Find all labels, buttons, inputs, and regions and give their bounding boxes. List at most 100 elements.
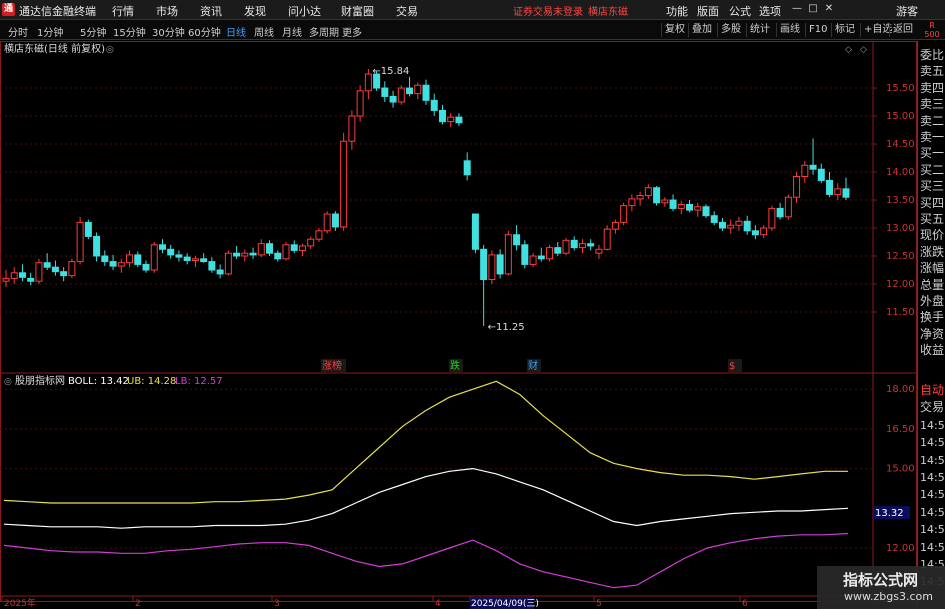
trade-panel-label[interactable]: 交易 [920,399,944,416]
period-15min[interactable]: 15分钟 [113,24,146,39]
candle-body [68,261,76,277]
multi-stock-button[interactable]: 多股 [717,23,744,37]
menu-faxian[interactable]: 发现 [244,3,266,19]
kline-chart[interactable]: 横店东磁(日线 前复权) ◎ ◇ ◇15.5015.0014.5014.0013.50… [0,41,917,609]
maximize-icon[interactable]: □ [806,2,820,16]
current-stock-name: 横店东磁 [588,7,628,18]
event-marker-label: 涨榜 [322,359,342,372]
menu-hangqing[interactable]: 行情 [112,3,134,19]
period-monthly[interactable]: 月线 [282,24,302,39]
candle-body [653,187,661,204]
candle-body [51,266,59,273]
indicator-tick-label: 15.00 [886,464,915,475]
candle-body [356,90,364,117]
menu-shichang[interactable]: 市场 [156,3,178,19]
fuquan-button[interactable]: 复权 [661,23,688,37]
candle-body [191,258,199,261]
r-badge-line1: R [929,21,935,30]
event-marker: 跌 [449,359,463,372]
low-price-label: ←11.25 [488,322,525,333]
period-5min[interactable]: 5分钟 [80,24,106,39]
draw-line-button[interactable]: 画线 [776,23,803,37]
candle-body [233,252,241,257]
period-60min[interactable]: 60分钟 [188,24,221,39]
price-tick-label: 11.50 [886,307,915,318]
tick-time-label: 14:56 [920,453,945,467]
chart-title: 横店东磁(日线 前复权) [4,42,105,55]
candle-body [76,221,84,263]
menu-jiaoyi[interactable]: 交易 [396,3,418,19]
period-daily[interactable]: 日线 [226,24,246,39]
candle-body [447,116,455,123]
candle-body [18,272,26,278]
quote-field-label: 总量 [920,277,945,292]
quote-side-panel: 委比 卖五 卖四 卖三 卖二 卖一 买一 买二 买三 买四 买五 现价 涨跌 涨幅 总量 外盘 换手 净资 收益 自动… [917,41,945,609]
menu-caifuquan[interactable]: 财富圈 [341,3,374,19]
period-more[interactable]: 更多 [342,24,362,39]
mark-button[interactable]: 标记 [831,23,858,37]
candle-body [817,168,825,181]
watermark-badge: 指标公式网 www.zbgs3.com [817,566,945,609]
trade-login-status[interactable]: 证券交易未登录 [513,3,583,18]
candle-body [513,234,521,246]
r-badge-line2: 500 [924,30,940,39]
candle-body [776,207,784,218]
period-weekly[interactable]: 周线 [254,24,274,39]
indicator-tick-label: 18.00 [886,384,915,395]
candle-body [661,199,669,204]
close-icon[interactable]: ✕ [822,2,836,16]
back-button[interactable]: 返回 [889,23,916,37]
candle-body [348,115,356,142]
quote-field-label: 买二 [920,162,945,177]
event-marker-label: 跌 [450,359,460,372]
candle-body [414,84,422,95]
quote-field-label: 卖一 [920,130,945,144]
candle-body [27,277,35,282]
menu-wenxiaoda[interactable]: 问小达 [288,3,321,19]
menu-gongshi[interactable]: 公式 [729,3,751,19]
f10-button[interactable]: F10 [805,23,830,37]
tick-time-label: 14:56 [920,488,945,502]
menu-bar: 通 通达信金融终端 行情 市场 资讯 发现 问小达 财富圈 交易 证券交易未登录… [0,0,945,20]
candle-body [826,179,834,195]
time-tick-label: 2 [135,599,141,609]
guest-user[interactable]: 游客 [896,3,918,19]
lb-value: LB: 12.57 [175,376,223,387]
minimize-icon[interactable]: — [790,2,804,16]
candle-body [150,244,158,271]
candle-body [200,258,208,263]
menu-banmian[interactable]: 版面 [697,3,719,19]
menu-zixun[interactable]: 资讯 [200,3,222,19]
period-fenshi[interactable]: 分时 [8,24,28,39]
quote-field-label: 卖二 [920,113,945,128]
candle-body [603,228,611,250]
candle-body [298,245,306,251]
candle-body [537,255,545,260]
candle-body [743,220,751,232]
candle-body [397,87,405,103]
candle-body [636,195,644,200]
candle-body [702,206,710,217]
candle-body [35,262,43,282]
candle-body [2,277,10,282]
candle-body [208,261,216,271]
price-tick-label: 15.50 [886,83,915,94]
candle-body [381,87,389,97]
menu-xuanxiang[interactable]: 选项 [759,3,781,19]
candle-body [331,213,339,228]
period-30min[interactable]: 30分钟 [152,24,185,39]
period-1min[interactable]: 1分钟 [37,24,63,39]
trade-panel-label[interactable]: 自动 [920,382,944,399]
period-multi[interactable]: 多周期 [309,24,339,39]
stats-button[interactable]: 统计 [746,23,773,37]
event-marker: $ [728,359,742,372]
event-marker-label: $ [729,361,735,372]
tick-time-label: 14:56 [920,436,945,450]
menu-gongneng[interactable]: 功能 [666,3,688,19]
quote-field-label: 买三 [920,179,945,194]
candle-body [455,116,463,124]
tick-time-label: 14:56 [920,418,945,432]
overlay-button[interactable]: 叠加 [688,23,715,37]
quote-field-label: 涨幅 [920,261,945,276]
quote-field-label: 净资 [920,326,945,341]
